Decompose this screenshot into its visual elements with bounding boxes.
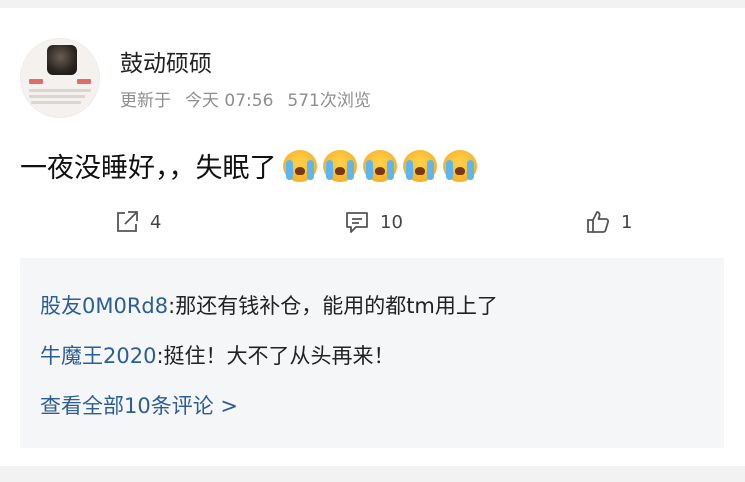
share-icon — [117, 211, 138, 232]
crying-face-icon — [442, 149, 477, 182]
share-count: 4 — [150, 211, 162, 233]
comment-text: :那还有钱补仓，能用的都tm用上了 — [168, 294, 498, 318]
avatar[interactable] — [20, 38, 100, 118]
comment-count: 10 — [380, 211, 403, 233]
updated-label: 更新于 — [120, 91, 171, 111]
action-bar: 4 10 1 — [0, 204, 745, 240]
comment-user[interactable]: 牛魔王2020 — [40, 344, 156, 368]
thumbs-up-icon — [587, 211, 610, 233]
post-meta: 更新于 今天 07:56 571次浏览 — [120, 86, 385, 111]
comment-icon — [346, 212, 368, 233]
post-card: 鼓动硕硕 更新于今天 07:56 571次浏览 一夜没睡好，，失眠了 4 10 — [0, 8, 745, 466]
comment-item[interactable]: 股友0M0Rd8:那还有钱补仓，能用的都tm用上了 — [40, 290, 498, 320]
updated-time: 今天 07:56 — [185, 91, 274, 111]
comment-item[interactable]: 牛魔王2020:挺住！大不了从头再来！ — [40, 340, 395, 370]
post-text: 一夜没睡好，，失眠了 — [20, 153, 277, 184]
comment-button[interactable]: 10 — [344, 204, 403, 240]
crying-face-icon — [322, 149, 357, 182]
avatar-image — [47, 45, 77, 75]
post-content: 一夜没睡好，，失眠了 — [20, 146, 477, 185]
author-name[interactable]: 鼓动硕硕 — [120, 44, 212, 78]
comment-user[interactable]: 股友0M0Rd8 — [40, 294, 168, 318]
view-all-comments-link[interactable]: 查看全部10条评论 > — [40, 390, 238, 420]
like-button[interactable]: 1 — [585, 204, 632, 240]
comment-preview: 股友0M0Rd8:那还有钱补仓，能用的都tm用上了 牛魔王2020:挺住！大不了… — [20, 258, 724, 448]
crying-face-icon — [282, 149, 317, 182]
crying-face-icon — [362, 149, 397, 182]
crying-face-icon — [402, 149, 437, 182]
like-count: 1 — [621, 211, 633, 233]
comment-text: :挺住！大不了从头再来！ — [156, 344, 395, 368]
view-count: 571次浏览 — [287, 91, 371, 111]
share-button[interactable]: 4 — [114, 204, 161, 240]
